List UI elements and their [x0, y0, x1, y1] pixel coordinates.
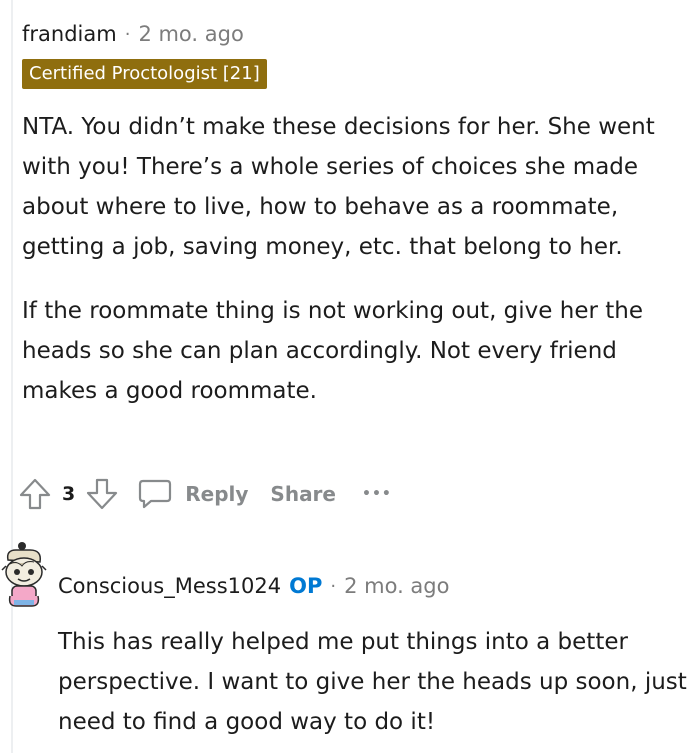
- comment-paragraph: If the roommate thing is not working out…: [22, 298, 643, 404]
- reply-label: Reply: [185, 482, 249, 506]
- separator-dot: ·: [124, 23, 131, 45]
- op-badge: OP: [289, 574, 323, 598]
- share-button[interactable]: Share: [270, 482, 336, 506]
- speech-bubble-icon: [137, 477, 173, 511]
- username-link[interactable]: frandiam: [22, 22, 117, 46]
- separator-dot: ·: [330, 575, 337, 597]
- comment-meta: frandiam · 2 mo. ago: [22, 18, 692, 50]
- snoo-avatar[interactable]: [0, 540, 48, 612]
- reply-button[interactable]: Reply: [137, 477, 248, 511]
- comment: frandiam · 2 mo. ago Certified Proctolog…: [22, 18, 692, 411]
- ellipsis-icon[interactable]: •••: [362, 486, 392, 502]
- timestamp-link[interactable]: 2 mo. ago: [138, 22, 243, 46]
- comment-paragraph: NTA. You didn’t make these decisions for…: [22, 114, 655, 260]
- username-link[interactable]: Conscious_Mess1024: [58, 574, 281, 598]
- vote-count: 3: [62, 483, 76, 505]
- comment: Conscious_Mess1024 OP · 2 mo. ago This h…: [58, 570, 688, 742]
- comment-paragraph: This has really helped me put things int…: [58, 629, 687, 735]
- user-flair: Certified Proctologist [21]: [22, 59, 267, 89]
- timestamp-link[interactable]: 2 mo. ago: [344, 574, 449, 598]
- comment-actions: 3 Reply Share •••: [18, 476, 392, 512]
- comment-meta: Conscious_Mess1024 OP · 2 mo. ago: [58, 570, 688, 602]
- arrow-up-icon[interactable]: [18, 477, 52, 511]
- thread-line[interactable]: [11, 625, 13, 753]
- arrow-down-icon[interactable]: [85, 477, 119, 511]
